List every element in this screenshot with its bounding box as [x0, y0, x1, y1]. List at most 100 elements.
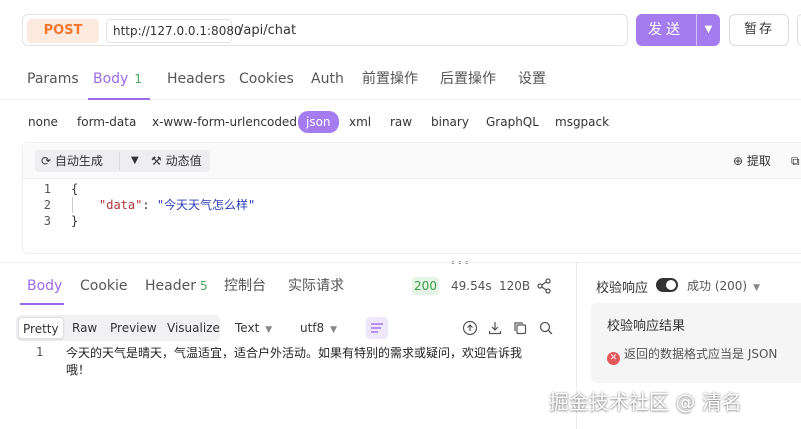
- resp-tab-console[interactable]: 控制台: [224, 277, 266, 295]
- send-label: 发送: [648, 22, 684, 38]
- extract-label: 提取: [746, 154, 771, 168]
- json-colon: :: [142, 198, 157, 212]
- chevron-down-icon[interactable]: ▼: [131, 150, 139, 172]
- tab-label: 控制台: [224, 278, 266, 294]
- json-value: "今天天气怎么样": [156, 198, 256, 212]
- body-type-xml[interactable]: xml: [349, 112, 371, 132]
- request-tabs: Params Body 1 Headers Cookies Auth 前置操作 后…: [0, 62, 801, 100]
- body-type-json[interactable]: json: [298, 111, 339, 133]
- resp-tab-header[interactable]: Header 5: [145, 277, 208, 295]
- line-number: 3: [43, 214, 51, 228]
- response-body-text[interactable]: 今天的天气是晴天，气温适宜，适合户外活动。如果有特别的需求或疑问，欢迎告诉我哦！: [66, 345, 536, 379]
- dynamic-value-label: 动态值: [165, 154, 202, 168]
- tab-post-ops[interactable]: 后置操作: [440, 70, 496, 100]
- tab-label: Header: [145, 278, 196, 294]
- more-button[interactable]: [797, 14, 801, 46]
- view-preview[interactable]: Preview: [110, 317, 157, 339]
- tab-label: Body: [93, 71, 129, 87]
- validation-result-title: 校验响应结果: [607, 319, 686, 334]
- tab-label: 前置操作: [362, 71, 418, 87]
- method-select[interactable]: POST: [27, 19, 99, 43]
- extract-button[interactable]: ⊕ 提取: [733, 150, 771, 172]
- validate-toggle[interactable]: [656, 278, 678, 292]
- resp-tab-cookie[interactable]: Cookie: [80, 277, 128, 295]
- body-type-urlencoded[interactable]: x-www-form-urlencoded: [152, 112, 297, 132]
- auto-generate-label: 自动生成: [54, 154, 103, 168]
- host-select[interactable]: http://127.0.0.1:8080: [106, 19, 242, 43]
- line-number: 1: [36, 345, 44, 359]
- chevron-down-icon: ▼: [753, 283, 761, 293]
- magic-wand-icon: ⚒: [151, 154, 162, 168]
- encoding-select[interactable]: utf8 ▼: [300, 317, 337, 339]
- download-icon[interactable]: [487, 320, 503, 336]
- resp-tab-body[interactable]: Body: [27, 277, 62, 295]
- tab-auth[interactable]: Auth: [311, 70, 344, 100]
- validation-error: ✕ 返回的数据格式应当是 JSON: [607, 345, 777, 365]
- view-pretty[interactable]: Pretty: [18, 317, 64, 339]
- copy-icon[interactable]: ⧉: [791, 150, 800, 172]
- line-number: 1: [43, 182, 51, 196]
- tab-label: 设置: [518, 71, 546, 87]
- arrow-up-circle-icon: ⊕: [733, 154, 744, 168]
- json-key: "data": [99, 198, 143, 212]
- chevron-down-icon[interactable]: ▼: [697, 14, 720, 46]
- chevron-down-icon: ▼: [330, 325, 338, 335]
- validation-error-text: 返回的数据格式应当是 JSON: [624, 347, 778, 361]
- editor-toolbar: ⟳ 自动生成 ▼ ⚒ 动态值 ⊕ 提取 ⧉: [23, 143, 801, 179]
- tab-headers[interactable]: Headers: [167, 70, 225, 100]
- tab-label: 后置操作: [440, 71, 496, 87]
- tab-label: Headers: [167, 71, 226, 87]
- watermark: 掘金技术社区 @ 清名: [549, 390, 742, 414]
- resp-tab-actual-request[interactable]: 实际请求: [288, 277, 344, 295]
- body-type-raw[interactable]: raw: [390, 112, 412, 132]
- search-icon[interactable]: [538, 320, 554, 336]
- response-view-toolbar: Pretty Raw Preview Visualize Text ▼ utf8 ▼: [16, 313, 560, 341]
- tab-body[interactable]: Body 1: [93, 70, 142, 100]
- tab-label: Cookie: [80, 278, 128, 294]
- send-button[interactable]: 发送 ▼: [636, 14, 720, 46]
- tab-count-badge: 5: [199, 279, 208, 293]
- body-type-selector: none form-data x-www-form-urlencoded jso…: [0, 108, 801, 134]
- body-editor: ⟳ 自动生成 ▼ ⚒ 动态值 ⊕ 提取 ⧉ 1 { 2 "data": "今天天…: [22, 142, 801, 254]
- tab-label: Params: [27, 71, 79, 87]
- body-type-graphql[interactable]: GraphQL: [486, 112, 539, 132]
- body-type-binary[interactable]: binary: [431, 112, 469, 132]
- tab-count-badge: 1: [134, 72, 142, 86]
- url-box: POST http://127.0.0.1:8080 /api/chat: [22, 14, 628, 46]
- path-input[interactable]: /api/chat: [239, 19, 296, 43]
- copy-icon[interactable]: [512, 320, 528, 336]
- request-bar: POST http://127.0.0.1:8080 /api/chat 发送 …: [0, 0, 801, 60]
- view-raw[interactable]: Raw: [72, 317, 97, 339]
- tab-label: Body: [27, 278, 63, 294]
- validate-label: 校验响应: [596, 281, 649, 296]
- refresh-icon: ⟳: [41, 154, 52, 168]
- line-number: 2: [43, 198, 51, 212]
- error-icon: ✕: [607, 352, 620, 365]
- tab-params[interactable]: Params: [27, 70, 79, 100]
- body-type-form-data[interactable]: form-data: [77, 112, 136, 132]
- view-visualize[interactable]: Visualize: [167, 317, 220, 339]
- body-type-msgpack[interactable]: msgpack: [555, 112, 609, 132]
- save-button[interactable]: 暂存: [729, 14, 789, 46]
- active-tab-indicator: [20, 303, 64, 305]
- dynamic-value-button[interactable]: ⚒ 动态值: [143, 150, 210, 172]
- response-size: 120B: [499, 279, 531, 293]
- tab-pre-ops[interactable]: 前置操作: [362, 70, 418, 100]
- active-tab-indicator: [88, 98, 150, 100]
- code-text: }: [71, 214, 79, 228]
- expected-status-select[interactable]: 成功 (200) ▼: [687, 277, 760, 294]
- tab-settings[interactable]: 设置: [518, 70, 546, 100]
- toggle-knob: [666, 280, 676, 290]
- tab-cookies[interactable]: Cookies: [239, 70, 294, 100]
- tab-label: 实际请求: [288, 278, 344, 294]
- wrap-lines-icon[interactable]: [366, 317, 388, 339]
- response-time: 49.54s: [451, 279, 492, 293]
- code-text: {: [71, 182, 79, 196]
- tab-label: Cookies: [239, 71, 294, 87]
- status-badge: 200: [412, 277, 439, 295]
- format-select[interactable]: Text ▼: [235, 317, 272, 339]
- share-icon[interactable]: [536, 277, 552, 295]
- expected-status-value: 成功 (200): [687, 279, 748, 293]
- upload-icon[interactable]: [462, 320, 478, 336]
- body-type-none[interactable]: none: [28, 112, 58, 132]
